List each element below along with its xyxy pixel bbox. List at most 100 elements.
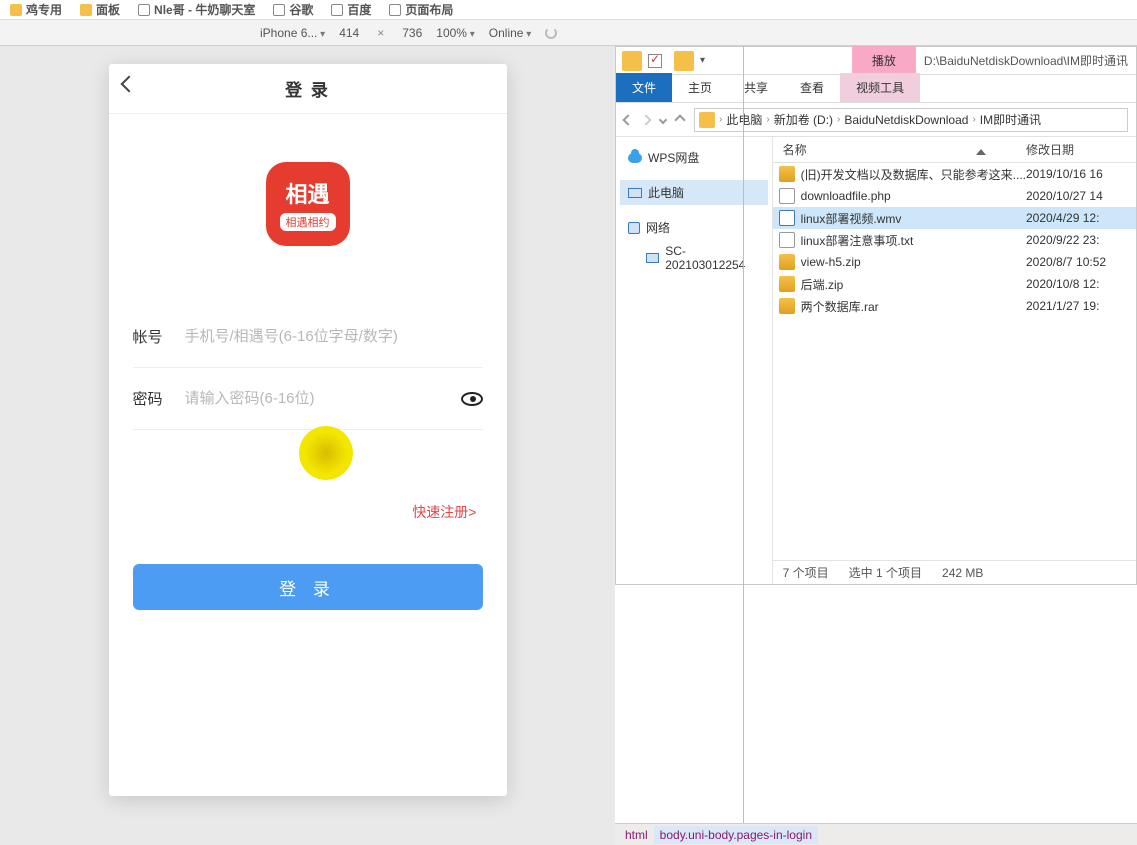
page-icon xyxy=(389,4,401,16)
tree-this-pc[interactable]: 此电脑 xyxy=(620,180,768,205)
logo-text: 相遇 xyxy=(285,177,329,209)
phone-frame: 登 录 相遇 相遇相约 帐号 密码 xyxy=(109,64,507,796)
page-icon xyxy=(331,4,343,16)
devtools-device-bar: iPhone 6... 414 × 736 100% Online xyxy=(0,20,1137,46)
nav-back-icon[interactable] xyxy=(622,114,633,125)
tab-video-tools[interactable]: 视频工具 xyxy=(840,73,920,102)
file-date: 2021/1/27 19: xyxy=(1026,299,1136,313)
zip-file-icon xyxy=(779,276,795,292)
file-row[interactable]: downloadfile.php2020/10/27 14 xyxy=(773,185,1136,207)
app-logo: 相遇 相遇相约 xyxy=(266,162,350,246)
file-date: 2020/4/29 12: xyxy=(1026,211,1136,225)
network-icon xyxy=(628,222,640,234)
file-date: 2020/9/22 23: xyxy=(1026,233,1136,247)
account-input[interactable] xyxy=(181,320,483,353)
tree-network[interactable]: 网络 xyxy=(620,215,768,240)
zoom-select[interactable]: 100% xyxy=(436,26,475,40)
file-date: 2019/10/16 16 xyxy=(1026,167,1136,181)
bookmark-item[interactable]: 鸡专用 xyxy=(10,0,62,19)
bookmark-item[interactable]: 谷歌 xyxy=(273,0,313,19)
bookmark-item[interactable]: 百度 xyxy=(331,0,371,19)
status-size: 242 MB xyxy=(942,566,983,580)
file-list: 名称 修改日期 (旧)开发文档以及数据库、只能参考这来....2019/10/1… xyxy=(773,137,1136,584)
breadcrumb-item[interactable]: IM即时通讯 xyxy=(980,111,1041,128)
chevron-down-icon[interactable]: ▾ xyxy=(700,55,705,66)
device-height[interactable]: 736 xyxy=(402,26,422,40)
explorer-titlebar[interactable]: ▾ 播放 D:\BaiduNetdiskDownload\IM即时通讯 xyxy=(616,47,1136,75)
pc-icon xyxy=(646,253,659,263)
app-header: 登 录 xyxy=(109,64,507,114)
devtools-breadcrumb: html body.uni-body.pages-in-login xyxy=(615,823,1137,845)
file-row[interactable]: linux部署注意事项.txt2020/9/22 23: xyxy=(773,229,1136,251)
throttle-select[interactable]: Online xyxy=(489,26,532,40)
tree-wps[interactable]: WPS网盘 xyxy=(620,145,768,170)
zip-file-icon xyxy=(779,166,795,182)
php-file-icon xyxy=(779,188,795,204)
device-width[interactable]: 414 xyxy=(339,26,359,40)
account-label: 帐号 xyxy=(133,326,181,347)
pane-divider[interactable] xyxy=(743,46,744,823)
file-name: linux部署注意事项.txt xyxy=(801,232,1026,249)
breadcrumb-item[interactable]: 新加卷 (D:) xyxy=(774,111,833,128)
tab-share[interactable]: 共享 xyxy=(728,73,784,102)
password-label: 密码 xyxy=(133,388,181,409)
cloud-icon xyxy=(628,153,642,163)
file-name: (旧)开发文档以及数据库、只能参考这来.... xyxy=(801,166,1026,183)
page-icon xyxy=(273,4,285,16)
sort-asc-icon xyxy=(976,149,986,155)
file-row[interactable]: linux部署视频.wmv2020/4/29 12: xyxy=(773,207,1136,229)
play-contextual-tab[interactable]: 播放 xyxy=(852,46,916,75)
window-path: D:\BaiduNetdiskDownload\IM即时通讯 xyxy=(916,52,1136,69)
explorer-nav-row: › 此电脑› 新加卷 (D:)› BaiduNetdiskDownload› I… xyxy=(616,103,1136,137)
txt-file-icon xyxy=(779,232,795,248)
file-date: 2020/10/27 14 xyxy=(1026,189,1136,203)
file-row[interactable]: 两个数据库.rar2021/1/27 19: xyxy=(773,295,1136,317)
breadcrumb-item[interactable]: 此电脑 xyxy=(726,111,762,128)
folder-icon xyxy=(10,4,22,16)
cursor-highlight-icon xyxy=(299,426,353,480)
dom-crumb-html[interactable]: html xyxy=(619,826,654,844)
tab-view[interactable]: 查看 xyxy=(784,73,840,102)
ribbon-tabs: 文件 主页 共享 查看 视频工具 xyxy=(616,75,1136,103)
column-headers[interactable]: 名称 修改日期 xyxy=(773,137,1136,163)
zip-file-icon xyxy=(779,298,795,314)
login-button[interactable]: 登 录 xyxy=(133,564,483,610)
device-select[interactable]: iPhone 6... xyxy=(260,26,325,40)
folder-icon xyxy=(674,51,694,71)
file-name: view-h5.zip xyxy=(801,255,1026,269)
folder-icon xyxy=(80,4,92,16)
col-name[interactable]: 名称 xyxy=(773,141,1026,158)
bookmark-item[interactable]: 页面布局 xyxy=(389,0,453,19)
device-preview-pane: 登 录 相遇 相遇相约 帐号 密码 xyxy=(0,46,615,845)
back-icon[interactable] xyxy=(120,76,137,93)
status-count: 7 个项目 xyxy=(783,564,829,581)
file-row[interactable]: (旧)开发文档以及数据库、只能参考这来....2019/10/16 16 xyxy=(773,163,1136,185)
password-input[interactable] xyxy=(181,382,461,415)
nav-history-icon[interactable] xyxy=(659,115,667,123)
page-title: 登 录 xyxy=(285,76,330,101)
breadcrumb-item[interactable]: BaiduNetdiskDownload xyxy=(844,113,968,127)
col-date[interactable]: 修改日期 xyxy=(1026,141,1136,158)
nav-forward-icon[interactable] xyxy=(640,114,651,125)
checkbox-icon[interactable] xyxy=(648,54,662,68)
dom-crumb-body[interactable]: body.uni-body.pages-in-login xyxy=(654,826,818,844)
dim-separator: × xyxy=(373,26,388,40)
tree-host[interactable]: SC-202103012254 xyxy=(620,240,768,276)
file-row[interactable]: view-h5.zip2020/8/7 10:52 xyxy=(773,251,1136,273)
tab-file[interactable]: 文件 xyxy=(616,73,672,102)
bookmark-item[interactable]: 面板 xyxy=(80,0,120,19)
file-row[interactable]: 后端.zip2020/10/8 12: xyxy=(773,273,1136,295)
tab-home[interactable]: 主页 xyxy=(672,73,728,102)
nav-up-icon[interactable] xyxy=(674,114,685,125)
status-selected: 选中 1 个项目 xyxy=(849,564,922,581)
file-explorer-window: ▾ 播放 D:\BaiduNetdiskDownload\IM即时通讯 文件 主… xyxy=(615,46,1137,585)
quick-register-link[interactable]: 快速注册> xyxy=(133,480,483,522)
breadcrumb[interactable]: › 此电脑› 新加卷 (D:)› BaiduNetdiskDownload› I… xyxy=(694,108,1128,132)
pc-icon xyxy=(628,188,642,198)
show-password-icon[interactable] xyxy=(461,392,483,406)
folder-icon xyxy=(622,51,642,71)
file-name: downloadfile.php xyxy=(801,189,1026,203)
file-name: linux部署视频.wmv xyxy=(801,210,1026,227)
zip-file-icon xyxy=(779,254,795,270)
bookmark-item[interactable]: Nle哥 - 牛奶聊天室 xyxy=(138,0,255,19)
